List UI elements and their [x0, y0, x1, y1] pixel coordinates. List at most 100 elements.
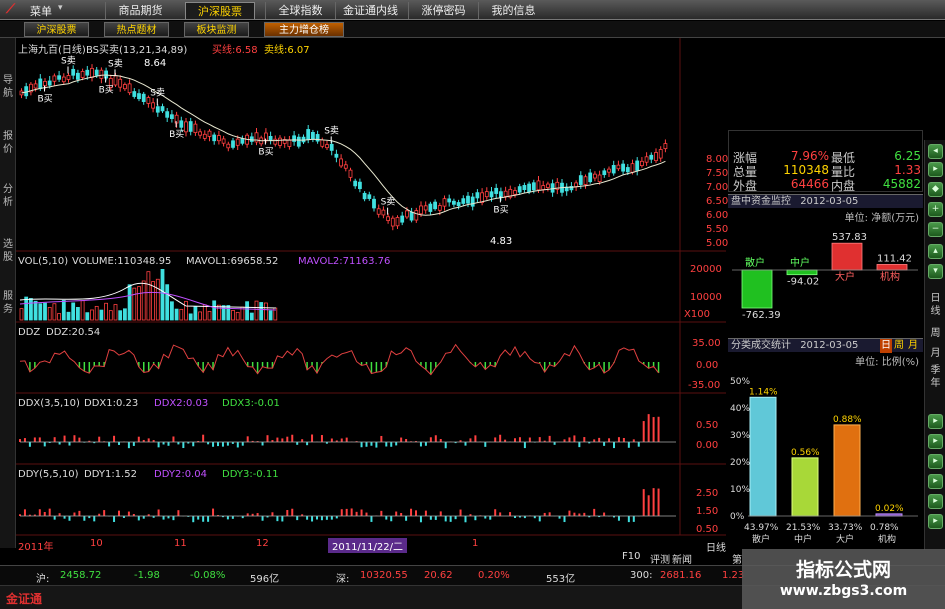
nav-item-navigate[interactable]: 导航 [1, 74, 15, 100]
candle [165, 111, 170, 118]
subtab-main-increase[interactable]: 主力增仓榜 [264, 22, 344, 37]
candle [437, 205, 442, 211]
toolbar-icon[interactable]: ▸ [928, 494, 943, 509]
volume-bar [249, 312, 254, 321]
candle [489, 191, 494, 198]
period-monthly-button[interactable]: 月 [928, 344, 943, 359]
zoom-in-icon[interactable]: + [928, 202, 943, 217]
period-month[interactable]: 月 [908, 339, 918, 353]
news-tab[interactable]: 新闻 [672, 551, 692, 566]
review-tab[interactable]: 评测 [650, 551, 670, 566]
volume-bar [202, 304, 207, 321]
sh-amount: 596亿 [250, 574, 280, 585]
toolbar-icon[interactable]: ◆ [928, 182, 943, 197]
tab-commodity-futures[interactable]: 商品期货 [105, 2, 175, 19]
toolbar-icon[interactable]: ▾ [928, 264, 943, 279]
candle [414, 210, 419, 221]
next-tab[interactable]: 第 [732, 551, 742, 566]
tab-my-info[interactable]: 我的信息 [478, 2, 548, 19]
candle [216, 135, 221, 142]
candle [231, 140, 235, 148]
toolbar-icon[interactable]: ▸ [928, 162, 943, 177]
period-week[interactable]: 周 [894, 339, 904, 353]
subtab-hot-topics[interactable]: 热点题材 [104, 22, 169, 37]
daily-tab[interactable]: 日线 [706, 539, 726, 554]
nav-item-stock-picking[interactable]: 选股 [1, 238, 15, 264]
candle [99, 69, 104, 79]
candle [80, 71, 85, 78]
volume-bar [184, 300, 188, 321]
nav-item-analysis[interactable]: 分析 [1, 183, 15, 209]
sh-label: 沪: [36, 574, 50, 585]
period-day[interactable]: 日 [880, 339, 892, 353]
volume-bar [165, 284, 170, 321]
toolbar-icon[interactable]: ▸ [928, 414, 943, 429]
menu-button[interactable]: 菜单 [30, 3, 52, 19]
candle [635, 160, 640, 171]
candle [325, 144, 329, 149]
trade-y-tick: 30% [730, 431, 750, 441]
cursor-date: 2011/11/22/二 [328, 538, 408, 553]
zoom-out-icon[interactable]: − [928, 222, 943, 237]
candle [47, 80, 52, 86]
candle [451, 200, 456, 205]
trade-y-tick: 50% [730, 377, 750, 387]
period-weekly-button[interactable]: 周 [928, 324, 943, 339]
sell-mark: S卖 [108, 58, 123, 69]
trade-top-label: 0.88% [833, 415, 862, 425]
trade-name-label: 散户 [752, 533, 770, 545]
fund-monitor-date: 2012-03-05 [800, 196, 859, 207]
fund-bar [786, 269, 818, 276]
nav-item-service[interactable]: 服务 [1, 290, 15, 316]
main-chart[interactable]: S卖 S卖 S卖 B买 B买 B买 S卖 S卖 B买 B买 上海九百(日线) BS买卖(13,21… [16, 38, 729, 553]
quote-key: 外盘 [733, 179, 758, 193]
candle [597, 174, 602, 183]
trade-y-tick: 20% [730, 458, 750, 468]
subtab-hs-stocks[interactable]: 沪深股票 [24, 22, 89, 37]
nav-item-quote[interactable]: 报价 [1, 130, 15, 156]
candle [357, 181, 362, 190]
toolbar-icon[interactable]: ▸ [928, 454, 943, 469]
candle [334, 153, 339, 158]
subtab-sector-monitor[interactable]: 板块监测 [184, 22, 249, 37]
y-tick: 8.00 [706, 154, 729, 165]
volume-bar [179, 308, 184, 321]
low-price-label: 4.83 [490, 236, 513, 247]
toolbar-icon[interactable]: ▸ [928, 474, 943, 489]
candle [621, 163, 625, 172]
y-tick: 5.00 [706, 238, 729, 249]
tab-global-index[interactable]: 全球指数 [265, 2, 335, 19]
candle [513, 190, 517, 195]
toolbar-icon[interactable]: ▸ [928, 514, 943, 529]
candle [470, 196, 475, 207]
candle [151, 102, 156, 109]
period-daily-button[interactable]: 日线 [928, 292, 943, 318]
volume-bar [259, 302, 264, 321]
tab-limit-up-code[interactable]: 涨停密码 [408, 2, 478, 19]
sell-mark: S卖 [150, 87, 165, 98]
ddz-label: DDZ [18, 327, 41, 338]
fund-monitor-title: 盘中资金监控 [731, 196, 791, 207]
toolbar-icon[interactable]: ◂ [928, 144, 943, 159]
toolbar-icon[interactable]: ▸ [928, 434, 943, 449]
sz-change: 20.62 [424, 570, 453, 581]
period-season-year-button[interactable]: 季年 [928, 364, 943, 390]
fund-bar [876, 264, 908, 271]
f10-tab[interactable]: F10 [622, 551, 640, 562]
volume-bar [132, 287, 137, 321]
tab-jzt-inside[interactable]: 金证通内线 [335, 2, 405, 19]
candle [61, 76, 66, 83]
candle [367, 194, 372, 199]
candle [268, 136, 273, 141]
sell-mark: S卖 [324, 125, 339, 136]
volume-bar [193, 306, 198, 321]
ddy-label: DDY(5,5,10) [18, 469, 79, 480]
status-last: 1.23 [722, 570, 745, 581]
y-tick: X100 [684, 309, 710, 320]
y-tick: 0.50 [696, 524, 719, 535]
volume-bar [66, 311, 71, 321]
menu-bar: ⟋ 菜单 ▾ 商品期货 沪深股票 全球指数 金证通内线 涨停密码 我的信息 [0, 0, 945, 20]
tab-hs-stocks[interactable]: 沪深股票 [185, 2, 255, 19]
trade-name-label: 机构 [878, 533, 896, 545]
toolbar-icon[interactable]: ▴ [928, 244, 943, 259]
